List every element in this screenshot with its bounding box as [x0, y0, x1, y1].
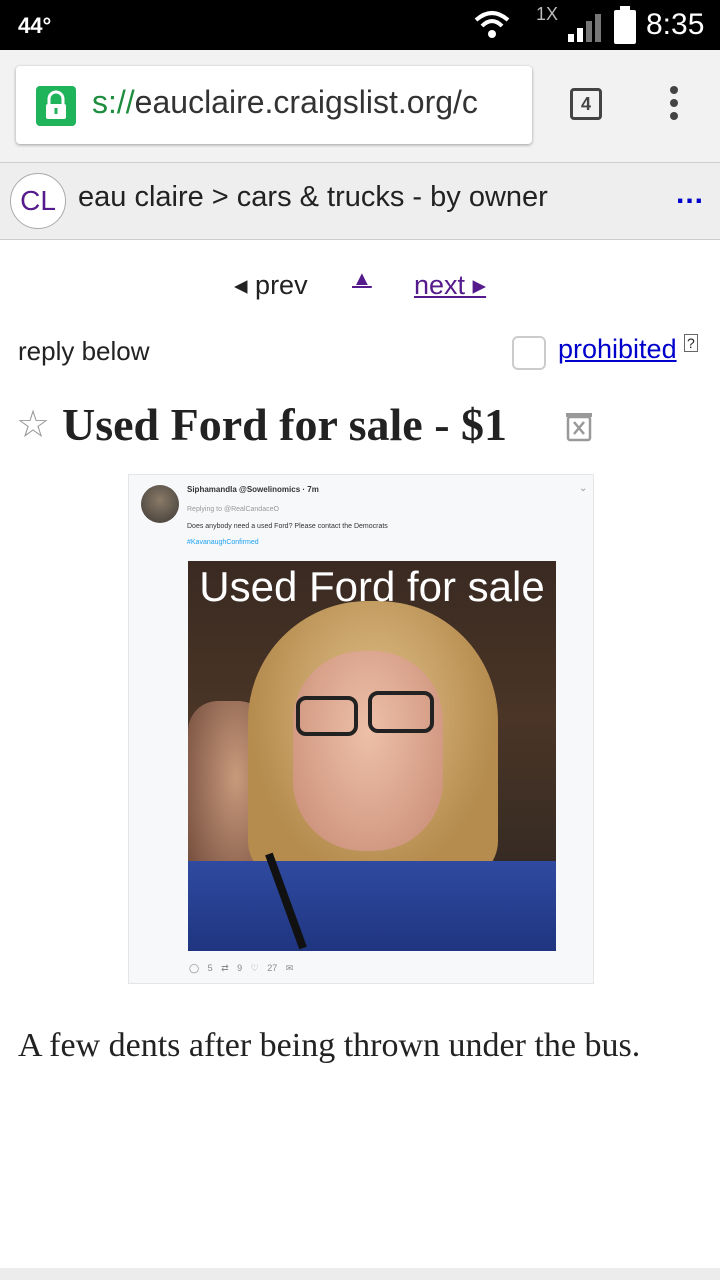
help-link[interactable]: ?: [684, 334, 698, 352]
next-link[interactable]: next ▸: [414, 270, 486, 301]
cl-header: CL eau claire > cars & trucks - by owner…: [0, 162, 720, 240]
bottom-nav-strip: [0, 1268, 720, 1280]
posting-title: Used Ford for sale - $1: [62, 399, 508, 450]
tab-switcher-button[interactable]: 4: [570, 88, 602, 120]
chevron-down-icon: ⌄: [579, 483, 588, 494]
menu-dot: [670, 99, 678, 107]
glasses-left: [296, 696, 358, 736]
face-shape: [293, 651, 443, 851]
star-icon[interactable]: ☆: [16, 402, 50, 447]
tweet-reply-to: Replying to @RealCandaceO: [187, 506, 279, 513]
network-type-label: 1X: [536, 4, 559, 24]
up-link[interactable]: ▲: [352, 268, 372, 291]
meme-photo: Used Ford for sale: [188, 561, 556, 951]
address-bar[interactable]: s://eauclaire.craigslist.org/c: [16, 66, 532, 144]
tweet-author: Siphamandla @Sowelinomics · 7m: [187, 485, 319, 494]
signal-icon: [568, 14, 601, 42]
wifi-icon: [474, 11, 510, 38]
temperature-text: 44°: [18, 13, 52, 38]
cl-logo[interactable]: CL: [10, 173, 66, 229]
blue-jacket: [188, 861, 556, 951]
url-host: eauclaire.craigslist.org/c: [134, 84, 478, 120]
meme-caption: Used Ford for sale: [199, 563, 545, 610]
tweet-avatar: [141, 485, 179, 523]
hide-trash-icon[interactable]: [564, 410, 594, 442]
menu-dot: [670, 86, 678, 94]
prev-link[interactable]: ◂ prev: [234, 270, 308, 301]
reply-below-text: reply below: [18, 336, 150, 366]
tweet-actions: ◯ 5 ⇄ 9 ♡ 27 ✉: [189, 963, 294, 973]
breadcrumb[interactable]: eau claire > cars & trucks - by owner: [78, 181, 548, 214]
prohibited-checkbox[interactable]: [512, 336, 546, 370]
posting-image[interactable]: Siphamandla @Sowelinomics · 7m Replying …: [128, 474, 594, 984]
posting-body: A few dents after being thrown under the…: [18, 1027, 641, 1064]
prohibited-link[interactable]: prohibited: [558, 334, 677, 365]
glasses-right: [368, 691, 434, 733]
browser-menu-button[interactable]: [664, 86, 684, 126]
status-bar: 44° 1X 8:35: [0, 0, 720, 50]
url-scheme: s://: [92, 84, 135, 120]
tweet-hashtag: #KavanaughConfirmed: [187, 539, 259, 546]
lock-icon: [36, 86, 76, 126]
battery-icon: [614, 6, 636, 44]
more-menu-button[interactable]: ...: [676, 177, 704, 211]
url-text: s://eauclaire.craigslist.org/c: [92, 84, 478, 121]
clock-text: 8:35: [646, 8, 705, 41]
browser-toolbar: s://eauclaire.craigslist.org/c 4: [0, 50, 720, 162]
menu-dot: [670, 112, 678, 120]
tweet-text: Does anybody need a used Ford? Please co…: [187, 523, 388, 530]
